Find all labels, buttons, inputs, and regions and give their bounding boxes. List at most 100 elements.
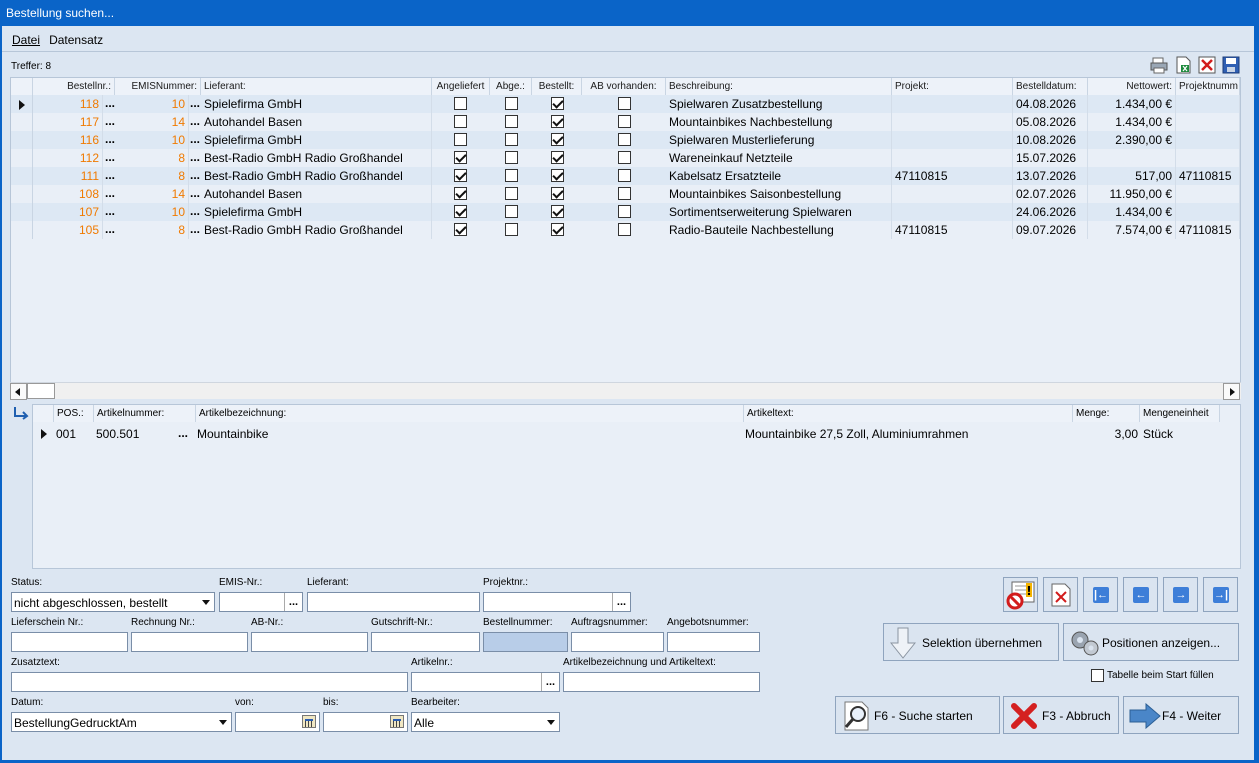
checkbox-ab[interactable] [618,151,631,164]
table-row[interactable]: 105... 8... Best-Radio GmbH Radio Großhand… [11,221,1240,239]
detail-header-artikelnr[interactable]: Artikelnummer: [94,405,196,422]
table-row[interactable]: 111... 8... Best-Radio GmbH Radio Großhand… [11,167,1240,185]
calendar-icon[interactable] [390,715,404,728]
grid-header-emisnr[interactable]: EMISNummer: [115,78,201,95]
orders-grid[interactable]: Bestellnr.: EMISNummer: Lieferant: Angel… [10,77,1241,399]
table-row[interactable]: 116... 10... Spielefirma GmbH Spielwaren Mu… [11,131,1240,149]
abbruch-button[interactable]: F3 - Abbruch [1003,696,1119,734]
table-row[interactable]: 108... 14... Autohandel Basen Mountainbikes… [11,185,1240,203]
zusatz-field[interactable] [11,672,408,692]
checkbox-ab[interactable] [618,133,631,146]
detail-header-artikeltext[interactable]: Artikeltext: [744,405,1073,422]
artbez-field[interactable] [563,672,760,692]
auftrag-field[interactable] [571,632,664,652]
emis-ellipsis-button[interactable]: ... [189,149,201,167]
row-indicator[interactable] [11,113,33,131]
calendar-icon[interactable] [302,715,316,728]
checkbox-abge[interactable] [505,187,518,200]
row-indicator[interactable] [11,95,33,113]
checkbox-ab[interactable] [618,223,631,236]
selektion-button[interactable]: Selektion übernehmen [883,623,1059,661]
suche-starten-button[interactable]: F6 - Suche starten [835,696,1000,734]
grid-header-projekt[interactable]: Projekt: [892,78,1013,95]
checkbox-angeliefert[interactable] [454,169,467,182]
grid-header-ab[interactable]: AB vorhanden: [582,78,666,95]
row-indicator[interactable] [11,221,33,239]
checkbox-abge[interactable] [505,223,518,236]
grid-header-bestellt[interactable]: Bestellt: [532,78,582,95]
projektnr-field[interactable]: ... [483,592,631,612]
artikelnr-field[interactable]: ... [411,672,560,692]
checkbox-angeliefert[interactable] [454,187,467,200]
next-record-button[interactable]: → [1163,577,1198,612]
scroll-left-button[interactable] [10,383,27,400]
emis-ellipsis-button[interactable]: ... [189,131,201,149]
print-icon[interactable] [1150,56,1168,74]
angebot-field[interactable] [667,632,760,652]
detail-header-pos[interactable]: POS.: [54,405,94,422]
weiter-button[interactable]: F4 - Weiter [1123,696,1239,734]
checkbox-abge[interactable] [505,115,518,128]
export-excel-icon[interactable] [1174,56,1192,74]
scroll-thumb[interactable] [27,383,55,399]
chevron-down-icon[interactable] [215,713,231,731]
bestellnummer-field[interactable] [483,632,568,652]
checkbox-bestellt[interactable] [551,115,564,128]
table-row[interactable]: 118... 10... Spielefirma GmbH Spielwaren Zu… [11,95,1240,113]
grid-header-datum[interactable]: Bestelldatum: [1013,78,1088,95]
grid-header-beschreibung[interactable]: Beschreibung: [666,78,892,95]
bearbeiter-select[interactable]: Alle [411,712,560,732]
lieferant-field[interactable] [307,592,480,612]
emis-ellipsis-button[interactable]: ... [189,113,201,131]
checkbox-bestellt[interactable] [551,97,564,110]
von-date-field[interactable] [235,712,320,732]
positionen-button[interactable]: Positionen anzeigen... [1063,623,1239,661]
clear-button[interactable] [1043,577,1078,612]
emis-ellipsis-button[interactable]: ... [189,185,201,203]
status-select[interactable]: nicht abgeschlossen, bestellt [11,592,215,612]
row-indicator[interactable] [11,203,33,221]
no-filter-button[interactable]: ! [1003,577,1038,612]
checkbox-abge[interactable] [505,169,518,182]
checkbox-bestellt[interactable] [551,151,564,164]
emis-ellipsis-button[interactable]: ... [189,221,201,239]
gutschrift-field[interactable] [371,632,480,652]
emis-ellipsis-button[interactable]: ... [284,593,302,611]
checkbox-abge[interactable] [505,205,518,218]
delete-icon[interactable] [1198,56,1216,74]
emis-ellipsis-button[interactable]: ... [189,167,201,185]
checkbox-angeliefert[interactable] [454,133,467,146]
checkbox-bestellt[interactable] [551,169,564,182]
positions-grid[interactable]: POS.: Artikelnummer: Artikelbezeichnung:… [32,404,1241,569]
first-record-button[interactable]: |← [1083,577,1118,612]
ab-field[interactable] [251,632,368,652]
checkbox-ab[interactable] [618,97,631,110]
chevron-down-icon[interactable] [543,713,559,731]
detail-artikelnr-ellipsis[interactable]: ... [178,424,188,442]
checkbox-ab[interactable] [618,115,631,128]
table-row[interactable]: 107... 10... Spielefirma GmbH Sortimentserw… [11,203,1240,221]
projektnr-ellipsis-button[interactable]: ... [612,593,630,611]
grid-header-angeliefert[interactable]: Angeliefert [432,78,490,95]
checkbox-abge[interactable] [505,151,518,164]
checkbox-angeliefert[interactable] [454,223,467,236]
checkbox-abge[interactable] [505,97,518,110]
datum-select[interactable]: BestellungGedrucktAm [11,712,232,732]
row-indicator[interactable] [11,149,33,167]
checkbox-bestellt[interactable] [551,205,564,218]
emis-field[interactable]: ... [219,592,303,612]
rechnung-field[interactable] [131,632,248,652]
grid-header-projektnr[interactable]: Projektnumm [1176,78,1240,95]
emis-ellipsis-button[interactable]: ... [189,203,201,221]
chevron-down-icon[interactable] [198,593,214,611]
table-row[interactable]: 117... 14... Autohandel Basen Mountainbikes… [11,113,1240,131]
bis-date-field[interactable] [323,712,408,732]
last-record-button[interactable]: →| [1203,577,1238,612]
detail-header-bezeichnung[interactable]: Artikelbezeichnung: [196,405,744,422]
row-indicator[interactable] [11,167,33,185]
detail-header-einheit[interactable]: Mengeneinheit [1140,405,1220,422]
horizontal-scrollbar[interactable] [10,382,1241,400]
grid-header-abge[interactable]: Abge.: [490,78,532,95]
checkbox-bestellt[interactable] [551,133,564,146]
grid-header-lieferant[interactable]: Lieferant: [201,78,432,95]
